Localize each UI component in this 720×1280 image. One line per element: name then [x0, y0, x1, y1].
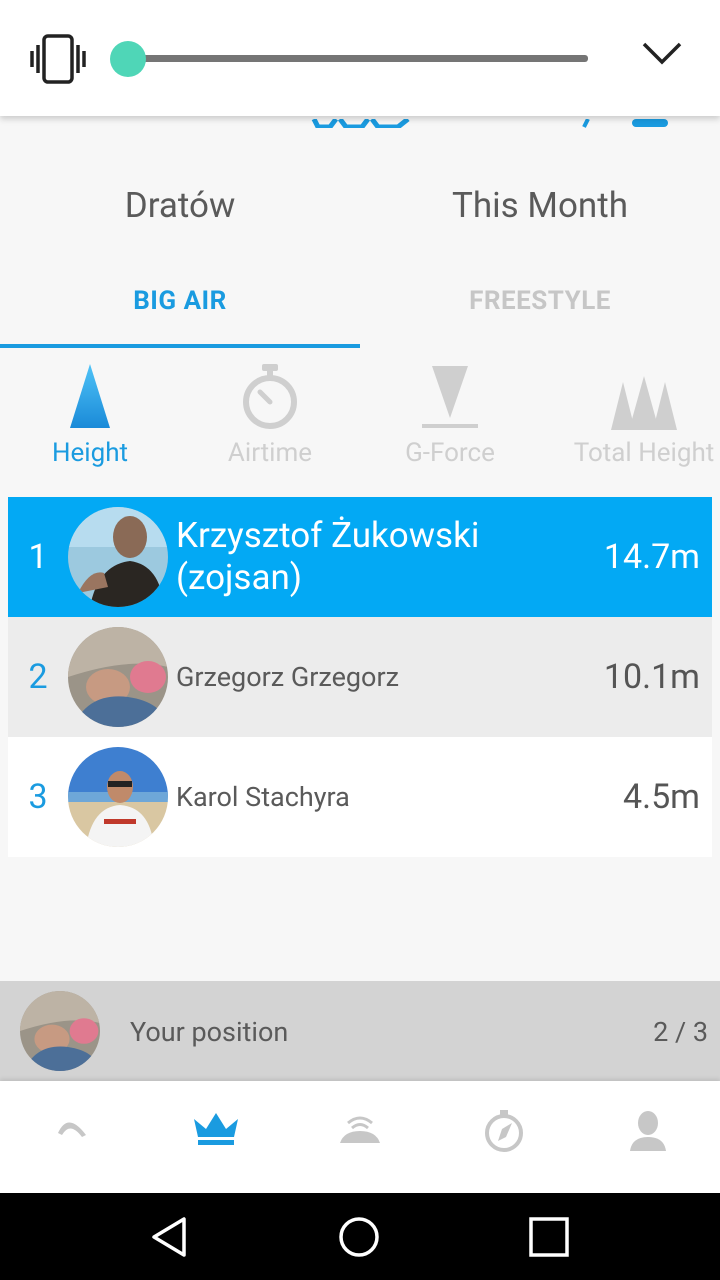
your-position-bar[interactable]: Your position 2 / 3 [0, 981, 720, 1081]
profile-icon [630, 1111, 666, 1151]
leaderboard-row[interactable]: 3 Karol Stachyra 4.5m [8, 737, 712, 857]
metric-airtime[interactable]: Airtime [180, 362, 360, 482]
volume-panel [0, 0, 720, 116]
player-name: Karol Stachyra [176, 781, 350, 813]
kite-sensor-icon [340, 1116, 380, 1143]
nav-profile[interactable] [576, 1109, 720, 1165]
rank-number: 1 [28, 537, 48, 577]
compass-icon [485, 1110, 523, 1152]
vibrate-icon[interactable] [30, 33, 86, 85]
metric-label: Airtime [227, 438, 313, 468]
player-name: Krzysztof Żukowski (zojsan) [176, 515, 480, 598]
nav-device[interactable] [288, 1109, 432, 1165]
metric-label: Total Height [573, 438, 715, 468]
avatar [20, 991, 100, 1071]
session-icon [58, 1122, 86, 1137]
leaderboard-row[interactable]: 2 Grzegorz Grzegorz 10.1m [8, 617, 712, 737]
bottom-nav [0, 1081, 720, 1193]
location-filter[interactable]: Dratów [0, 185, 360, 226]
your-position-value: 2 / 3 [653, 1016, 708, 1048]
nav-leaderboard[interactable] [144, 1109, 288, 1165]
home-icon[interactable] [335, 1213, 383, 1261]
avatar [68, 507, 168, 607]
stopwatch-icon [243, 364, 297, 429]
tab-indicator [0, 344, 360, 348]
volume-slider-thumb[interactable] [110, 41, 146, 77]
avatar [68, 747, 168, 847]
player-score: 4.5m [623, 777, 700, 817]
chevron-down-icon[interactable] [640, 38, 684, 68]
crown-icon [194, 1113, 238, 1145]
rank-number: 2 [28, 657, 48, 697]
volume-slider-track[interactable] [128, 55, 588, 62]
g-force-icon [422, 366, 478, 428]
triangle-height-icon [70, 364, 110, 428]
system-navigation-bar [0, 1193, 720, 1280]
app-header-partial [0, 116, 720, 128]
metric-height[interactable]: Height [0, 362, 180, 482]
back-icon[interactable] [146, 1213, 194, 1261]
leaderboard-row[interactable]: 1 Krzysztof Żukowski (zojsan) 14.7m [8, 497, 712, 617]
player-score: 10.1m [603, 657, 700, 697]
nav-explore[interactable] [432, 1109, 576, 1165]
avatar [68, 627, 168, 727]
metric-g-force[interactable]: G-Force [360, 362, 540, 482]
metric-label: G-Force [405, 438, 495, 468]
tab-freestyle[interactable]: FREESTYLE [360, 286, 720, 316]
player-score: 14.7m [603, 537, 700, 577]
recents-icon[interactable] [525, 1213, 573, 1261]
your-position-label: Your position [130, 1016, 289, 1048]
player-name: Grzegorz Grzegorz [176, 661, 399, 693]
metric-label: Height [51, 438, 129, 468]
filter-bar: Dratów This Month [0, 150, 720, 260]
nav-sessions[interactable] [0, 1109, 144, 1165]
mountains-icon [611, 376, 677, 430]
rank-number: 3 [28, 777, 48, 817]
period-filter[interactable]: This Month [360, 185, 720, 226]
tab-big-air[interactable]: BIG AIR [0, 286, 360, 316]
metric-total-height[interactable]: Total Height [554, 362, 720, 482]
